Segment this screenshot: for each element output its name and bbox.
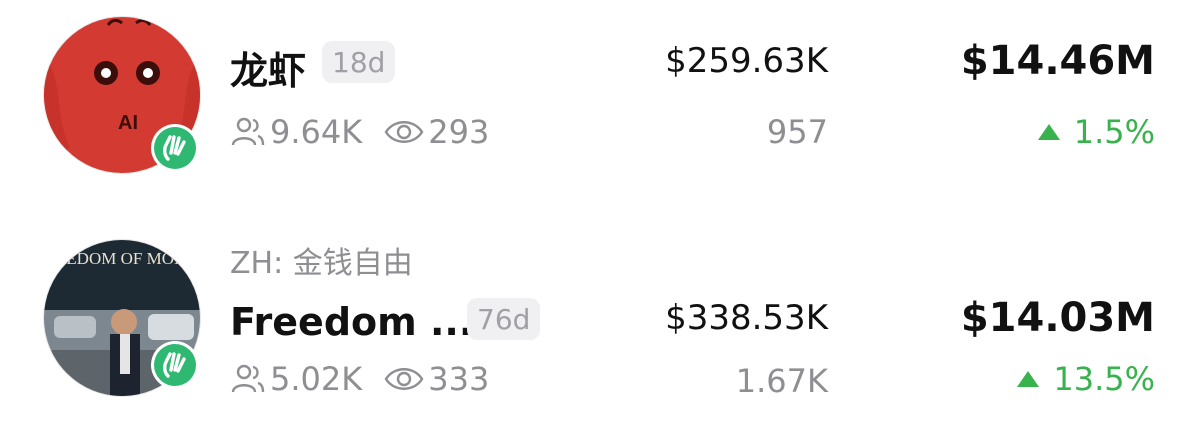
verified-badge: [151, 124, 199, 172]
price-change: 13.5%: [1017, 360, 1155, 398]
eye-icon: [384, 121, 424, 143]
triangle-up-icon: [1037, 124, 1060, 140]
triangle-up-icon: [1017, 371, 1040, 387]
views-count: 293: [428, 113, 490, 151]
volume-value: $259.63K: [665, 41, 828, 81]
waving-hand-icon: [162, 352, 186, 378]
holders-stat: 5.02K: [230, 360, 362, 398]
views-count: 333: [428, 360, 490, 398]
holders-stat: 9.64K: [230, 113, 362, 151]
trade-count: 957: [766, 113, 828, 151]
views-stat: 293: [384, 113, 489, 151]
waving-hand-icon: [162, 135, 186, 161]
trade-count: 1.67K: [735, 362, 828, 400]
verified-badge: [151, 341, 199, 389]
price-change: 1.5%: [1037, 113, 1155, 151]
people-icon: [231, 117, 265, 146]
avatar-label: AI: [118, 112, 138, 134]
token-row[interactable]: ZH: 金钱自由 FREEDOM OF MONEY Fr: [0, 210, 1200, 442]
views-stat: 333: [384, 360, 489, 398]
holders-count: 5.02K: [270, 360, 363, 398]
avatar-label: FREEDOM OF MONEY: [44, 249, 200, 268]
token-age-badge: 76d: [467, 298, 541, 340]
token-list: AI 龙虾 18d 9.64K 293 $259.63K 957 $14.46M…: [0, 0, 1200, 442]
token-subtitle: ZH: 金钱自由: [230, 246, 413, 281]
token-row[interactable]: AI 龙虾 18d 9.64K 293 $259.63K 957 $14.46M…: [0, 0, 1200, 210]
eye-icon: [384, 368, 424, 390]
price-change-value: 1.5%: [1073, 113, 1155, 151]
market-cap-value: $14.03M: [960, 295, 1155, 341]
token-name: Freedom ...: [230, 300, 474, 344]
token-name: 龙虾: [230, 49, 307, 93]
price-change-value: 13.5%: [1053, 360, 1155, 398]
token-stats: 5.02K 333: [230, 360, 489, 398]
volume-value: $338.53K: [665, 298, 828, 338]
token-stats: 9.64K 293: [230, 113, 489, 151]
holders-count: 9.64K: [270, 113, 363, 151]
people-icon: [231, 364, 265, 393]
token-age-badge: 18d: [322, 41, 396, 83]
market-cap-value: $14.46M: [960, 38, 1155, 84]
